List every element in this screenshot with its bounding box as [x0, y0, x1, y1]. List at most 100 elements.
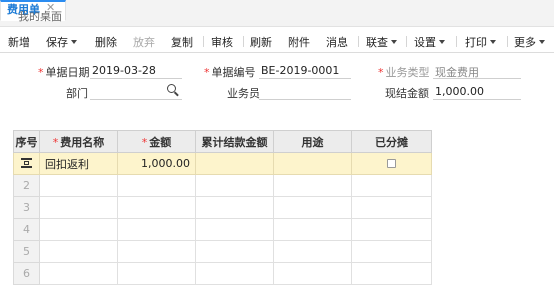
- cell-settled-amount[interactable]: [195, 152, 274, 175]
- tab-expense-bill-label: 费用单: [7, 3, 40, 16]
- cell-purpose[interactable]: [273, 196, 352, 219]
- print-button[interactable]: 打印: [465, 34, 496, 50]
- date-field-underline: [90, 78, 182, 79]
- cell-expense-name[interactable]: [39, 262, 118, 285]
- cell-allocated[interactable]: [351, 262, 432, 285]
- required-mark: *: [141, 135, 148, 149]
- table-row[interactable]: 回扣返利 1,000.00: [13, 152, 432, 175]
- cell-allocated[interactable]: [351, 174, 432, 197]
- cell-expense-name[interactable]: [39, 218, 118, 241]
- table-row[interactable]: 3: [13, 196, 432, 219]
- cell-allocated[interactable]: [351, 218, 432, 241]
- staff-underline: [259, 99, 351, 100]
- table-row[interactable]: 6: [13, 262, 432, 285]
- cell-seq: 6: [13, 262, 40, 285]
- header-settled-amount: 累计结款金额: [195, 130, 274, 153]
- linked-query-button[interactable]: 联查: [366, 34, 397, 50]
- cell-settled-amount[interactable]: [195, 196, 274, 219]
- save-button[interactable]: 保存: [46, 34, 77, 50]
- date-field[interactable]: 2019-03-28: [92, 64, 156, 77]
- cell-allocated: [351, 152, 432, 175]
- toolbar-divider: [358, 36, 359, 47]
- cash-amount-label: 现结金额: [385, 87, 429, 100]
- cell-amount[interactable]: [117, 196, 196, 219]
- toolbar-divider: [243, 36, 244, 47]
- biz-type-label-text: 业务类型: [385, 66, 430, 79]
- cell-purpose[interactable]: [273, 152, 352, 175]
- attachment-button[interactable]: 附件: [288, 34, 310, 50]
- row-handle[interactable]: [13, 152, 40, 175]
- staff-label: 业务员: [227, 87, 260, 100]
- cell-settled-amount[interactable]: [195, 174, 274, 197]
- chevron-down-icon: [391, 40, 397, 44]
- toolbar: 新增 保存 删除 放弃 复制 审核 刷新 附件 消息 联查 设置 打印 更多: [0, 28, 554, 53]
- cell-seq: 2: [13, 174, 40, 197]
- cell-settled-amount[interactable]: [195, 262, 274, 285]
- chevron-down-icon: [539, 40, 545, 44]
- header-expense-name-text: 费用名称: [60, 135, 105, 149]
- cell-allocated[interactable]: [351, 240, 432, 263]
- header-amount: * 金额: [117, 130, 196, 153]
- settings-button[interactable]: 设置: [414, 34, 445, 50]
- close-icon[interactable]: ✕: [46, 1, 55, 14]
- cell-purpose[interactable]: [273, 174, 352, 197]
- cell-expense-name[interactable]: [39, 240, 118, 263]
- cell-amount[interactable]: [117, 262, 196, 285]
- required-mark: *: [378, 66, 384, 79]
- cell-expense-name[interactable]: 回扣返利: [39, 152, 118, 175]
- cell-purpose[interactable]: [273, 262, 352, 285]
- settings-label: 设置: [414, 36, 436, 49]
- table-row[interactable]: 4: [13, 218, 432, 241]
- expense-detail-grid: 序号 * 费用名称 * 金额 累计结款金额 用途 已分摊 回扣返利 1,000.00…: [13, 130, 432, 285]
- toolbar-divider: [456, 36, 457, 47]
- delete-button[interactable]: 删除: [95, 34, 117, 50]
- row-insert-icon[interactable]: [21, 158, 32, 168]
- cell-settled-amount[interactable]: [195, 218, 274, 241]
- header-seq: 序号: [13, 130, 40, 153]
- toolbar-divider: [406, 36, 407, 47]
- cell-purpose[interactable]: [273, 218, 352, 241]
- date-label-text: 单据日期: [45, 66, 90, 79]
- print-label: 打印: [465, 36, 487, 49]
- audit-button[interactable]: 审核: [211, 34, 233, 50]
- bill-no-field[interactable]: BE-2019-0001: [261, 64, 339, 77]
- cell-expense-name[interactable]: [39, 196, 118, 219]
- cash-amount-underline: [433, 99, 521, 100]
- more-label: 更多: [514, 36, 536, 49]
- cell-amount[interactable]: 1,000.00: [117, 152, 196, 175]
- chevron-down-icon: [490, 40, 496, 44]
- refresh-button[interactable]: 刷新: [250, 34, 272, 50]
- allocated-checkbox[interactable]: [387, 159, 396, 168]
- bill-no-label-text: 单据编号: [211, 66, 256, 79]
- more-button[interactable]: 更多: [514, 34, 545, 50]
- cell-amount[interactable]: [117, 218, 196, 241]
- discard-button[interactable]: 放弃: [133, 34, 155, 50]
- toolbar-divider: [507, 36, 508, 47]
- cell-expense-name[interactable]: [39, 174, 118, 197]
- cell-settled-amount[interactable]: [195, 240, 274, 263]
- cell-seq: 5: [13, 240, 40, 263]
- cell-seq: 3: [13, 196, 40, 219]
- linked-query-label: 联查: [366, 36, 388, 49]
- table-row[interactable]: 5: [13, 240, 432, 263]
- date-label: * 单据日期: [38, 64, 90, 80]
- required-mark: *: [52, 135, 59, 149]
- header-expense-name: * 费用名称: [39, 130, 118, 153]
- cell-allocated[interactable]: [351, 196, 432, 219]
- cell-amount[interactable]: [117, 240, 196, 263]
- new-button[interactable]: 新增: [8, 34, 30, 50]
- cell-amount[interactable]: [117, 174, 196, 197]
- required-mark: *: [204, 66, 210, 79]
- search-icon[interactable]: [167, 84, 176, 93]
- message-button[interactable]: 消息: [326, 34, 348, 50]
- tab-bar: 我的桌面 费用单 ✕: [0, 0, 554, 27]
- required-mark: *: [38, 66, 44, 79]
- table-row[interactable]: 2: [13, 174, 432, 197]
- cell-purpose[interactable]: [273, 240, 352, 263]
- header-allocated: 已分摊: [351, 130, 432, 153]
- bill-no-label: * 单据编号: [204, 64, 256, 80]
- biz-type-label: * 业务类型: [378, 64, 430, 80]
- cash-amount-field[interactable]: 1,000.00: [435, 85, 484, 98]
- copy-button[interactable]: 复制: [171, 34, 193, 50]
- chevron-down-icon: [71, 40, 77, 44]
